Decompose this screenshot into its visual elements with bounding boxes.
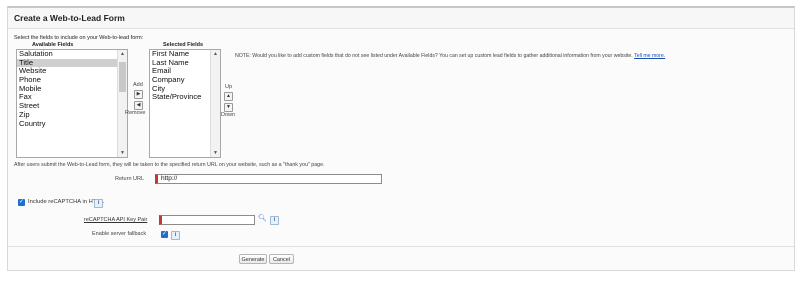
checkmark-icon: ✓: [161, 231, 168, 237]
up-label: Up: [225, 84, 233, 90]
scroll-up-icon[interactable]: ▲: [120, 51, 125, 57]
cancel-button[interactable]: Cancel: [269, 254, 294, 264]
return-url-label: Return URL: [115, 176, 145, 182]
checkmark-icon: ✓: [18, 199, 25, 205]
panel-header: Create a Web-to-Lead Form: [8, 8, 794, 29]
include-recaptcha-checkbox[interactable]: ✓: [18, 199, 25, 206]
server-fallback-label: Enable server fallback: [92, 231, 147, 237]
available-fields-scrollbar[interactable]: ▲ ▼: [117, 50, 127, 157]
selected-fields-listbox[interactable]: First Name Last Name Email Company City State…: [149, 49, 221, 158]
arrow-right-icon: ▶: [136, 91, 141, 97]
include-recaptcha-label: Include reCAPTCHA in HTML: [28, 199, 105, 205]
return-url-input[interactable]: http://: [155, 174, 382, 184]
scroll-down-icon[interactable]: ▼: [213, 150, 218, 156]
add-label: Add: [133, 82, 143, 88]
recaptcha-key-pair-label: reCAPTCHA API Key Pair: [84, 217, 148, 223]
arrow-up-icon: ▲: [226, 93, 231, 99]
search-lookup-icon[interactable]: 🔍︎: [258, 214, 267, 222]
footer-divider: [8, 246, 794, 247]
custom-fields-note: NOTE: Would you like to add custom field…: [235, 53, 780, 60]
available-fields-heading: Available Fields: [32, 42, 74, 48]
return-url-description: After users submit the Web-to-Lead form,…: [14, 162, 325, 168]
remove-button[interactable]: ◀: [134, 101, 143, 110]
arrow-left-icon: ◀: [136, 102, 141, 108]
available-fields-options: Salutation Title Website Phone Mobile Fax Stre…: [17, 50, 127, 128]
add-button[interactable]: ▶: [134, 90, 143, 99]
selected-fields-scrollbar[interactable]: ▲ ▼: [210, 50, 220, 157]
move-up-button[interactable]: ▲: [224, 92, 233, 101]
remove-label: Remove: [125, 110, 146, 116]
list-option[interactable]: Mobile: [17, 84, 127, 94]
list-option[interactable]: Street: [17, 101, 127, 111]
server-fallback-checkbox[interactable]: ✓: [161, 231, 168, 238]
list-option[interactable]: Salutation: [17, 50, 127, 59]
scroll-thumb[interactable]: [119, 62, 126, 92]
note-text: NOTE: Would you like to add custom field…: [235, 53, 633, 59]
recaptcha-key-pair-input[interactable]: [159, 215, 255, 225]
move-down-button[interactable]: ▼: [224, 103, 233, 112]
info-icon[interactable]: i: [270, 216, 279, 225]
list-option[interactable]: Country: [17, 119, 127, 129]
info-icon[interactable]: i: [94, 199, 103, 208]
available-fields-listbox[interactable]: Salutation Title Website Phone Mobile Fax Stre…: [16, 49, 128, 158]
scroll-down-icon[interactable]: ▼: [120, 150, 125, 156]
selected-fields-heading: Selected Fields: [163, 42, 204, 48]
generate-button[interactable]: Generate: [239, 254, 267, 264]
tell-me-more-link[interactable]: Tell me more.: [634, 53, 665, 59]
instruction-text: Select the fields to include on your Web…: [14, 35, 144, 41]
web-to-lead-panel: Create a Web-to-Lead Form Select the fie…: [7, 6, 795, 271]
page-title: Create a Web-to-Lead Form: [14, 13, 125, 23]
scroll-up-icon[interactable]: ▲: [213, 51, 218, 57]
arrow-down-icon: ▼: [226, 104, 231, 110]
down-label: Down: [221, 112, 236, 118]
info-icon[interactable]: i: [171, 231, 180, 240]
